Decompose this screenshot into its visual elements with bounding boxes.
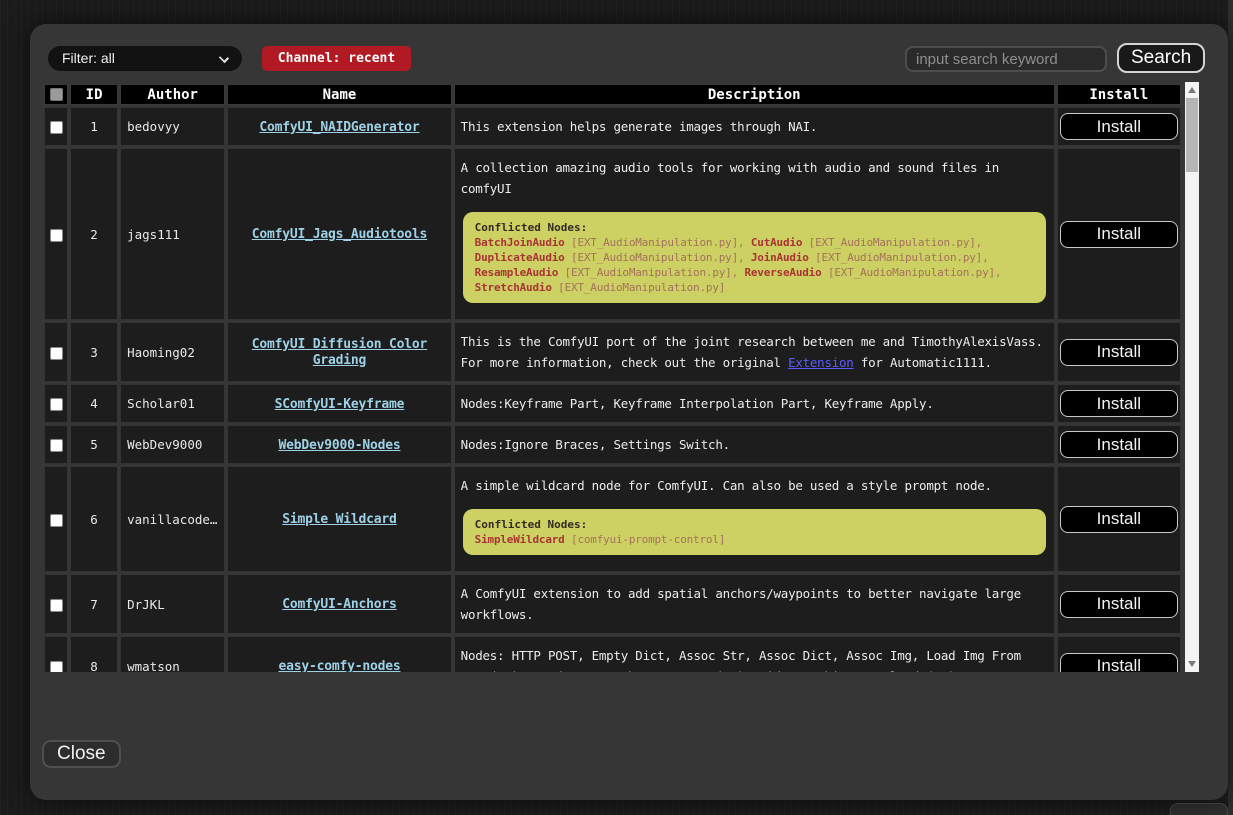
channel-button[interactable]: Channel: recent — [262, 46, 411, 71]
header-id: ID — [70, 84, 118, 105]
filter-select-label: Filter: all — [62, 50, 115, 66]
header-install: Install — [1057, 84, 1181, 105]
table-row: 5WebDev9000 WebDev9000-Nodes Nodes:Ignore … — [44, 425, 1181, 464]
row-author: Scholar01 — [120, 384, 225, 423]
row-description: This is the ComfyUI port of the joint re… — [454, 322, 1055, 382]
table-row: 8wmatson easy-comfy-nodes Nodes: HTTP POST… — [44, 636, 1181, 672]
row-author: wmatson — [120, 636, 225, 672]
row-author: WebDev9000 — [120, 425, 225, 464]
description-link[interactable]: Extension — [788, 355, 853, 370]
row-checkbox[interactable] — [50, 347, 63, 360]
row-checkbox[interactable] — [50, 514, 63, 527]
row-author: vanillacode… — [120, 466, 225, 572]
row-id: 6 — [70, 466, 118, 572]
search-input[interactable] — [905, 46, 1107, 72]
row-checkbox[interactable] — [50, 599, 63, 612]
table-row: 6vanillacode… Simple Wildcard A simple wil… — [44, 466, 1181, 572]
extension-link[interactable]: WebDev9000-Nodes — [278, 438, 400, 453]
table-row: 2jags111 ComfyUI_Jags_Audiotools A collect… — [44, 148, 1181, 320]
install-button[interactable]: Install — [1060, 653, 1178, 673]
extension-table-body: 1bedovyy ComfyUI_NAIDGenerator This extens… — [44, 107, 1181, 672]
extension-table: ID Author Name Description Install 1bedo… — [42, 82, 1185, 672]
conflicted-nodes-list: SimpleWildcard [comfyui-prompt-control] — [475, 532, 1034, 547]
row-description: A ComfyUI extension to add spatial ancho… — [454, 574, 1055, 634]
row-description: A collection amazing audio tools for wor… — [454, 148, 1055, 320]
row-id: 5 — [70, 425, 118, 464]
install-button[interactable]: Install — [1060, 506, 1178, 533]
extension-link[interactable]: SComfyUI-Keyframe — [275, 397, 405, 412]
row-id: 2 — [70, 148, 118, 320]
extension-link[interactable]: ComfyUI_NAIDGenerator — [259, 120, 419, 135]
conflicted-nodes-title: Conflicted Nodes: — [475, 220, 1034, 235]
install-button[interactable]: Install — [1060, 339, 1178, 366]
search-button[interactable]: Search — [1117, 43, 1205, 73]
extension-link[interactable]: ComfyUI Diffusion Color Grading — [252, 337, 427, 368]
table-row: 4Scholar01 SComfyUI-Keyframe Nodes:Keyfram… — [44, 384, 1181, 423]
row-author: DrJKL — [120, 574, 225, 634]
row-checkbox[interactable] — [50, 661, 63, 673]
extension-link[interactable]: Simple Wildcard — [282, 512, 396, 527]
conflicted-nodes-box: Conflicted Nodes:SimpleWildcard [comfyui… — [463, 509, 1046, 555]
row-author: Haoming02 — [120, 322, 225, 382]
row-description: A simple wildcard node for ComfyUI. Can … — [454, 466, 1055, 572]
page-background: Filter: all Channel: recent Search ID Au… — [0, 0, 1233, 815]
extension-link[interactable]: easy-comfy-nodes — [278, 659, 400, 672]
row-id: 4 — [70, 384, 118, 423]
row-description: Nodes: HTTP POST, Empty Dict, Assoc Str,… — [454, 636, 1055, 672]
row-id: 1 — [70, 107, 118, 146]
row-checkbox[interactable] — [50, 439, 63, 452]
row-description: Nodes:Ignore Braces, Settings Switch. — [454, 425, 1055, 464]
scroll-down-icon[interactable] — [1188, 661, 1196, 667]
install-button[interactable]: Install — [1060, 390, 1178, 417]
conflicted-nodes-box: Conflicted Nodes:BatchJoinAudio [EXT_Aud… — [463, 212, 1046, 303]
row-id: 7 — [70, 574, 118, 634]
install-button[interactable]: Install — [1060, 221, 1178, 248]
header-author: Author — [120, 84, 225, 105]
table-row: 7DrJKL ComfyUI-Anchors A ComfyUI extension… — [44, 574, 1181, 634]
select-all-checkbox[interactable] — [50, 88, 63, 101]
row-checkbox[interactable] — [50, 229, 63, 242]
scroll-up-icon[interactable] — [1188, 87, 1196, 93]
header-name: Name — [227, 84, 451, 105]
filter-select[interactable]: Filter: all — [48, 46, 242, 71]
table-scrollbar[interactable] — [1185, 82, 1199, 672]
extension-link[interactable]: ComfyUI_Jags_Audiotools — [252, 227, 427, 242]
scrollbar-thumb[interactable] — [1186, 98, 1198, 172]
row-description: Nodes:Keyframe Part, Keyframe Interpolat… — [454, 384, 1055, 423]
install-button[interactable]: Install — [1060, 591, 1178, 618]
row-author: bedovyy — [120, 107, 225, 146]
table-header-row: ID Author Name Description Install — [44, 84, 1181, 105]
row-checkbox[interactable] — [50, 121, 63, 134]
install-button[interactable]: Install — [1060, 113, 1178, 140]
chevron-down-icon — [219, 53, 229, 63]
background-corner-panel — [1170, 803, 1228, 815]
table-row: 1bedovyy ComfyUI_NAIDGenerator This extens… — [44, 107, 1181, 146]
row-description: This extension helps generate images thr… — [454, 107, 1055, 146]
row-checkbox[interactable] — [50, 398, 63, 411]
extension-link[interactable]: ComfyUI-Anchors — [282, 597, 396, 612]
row-id: 8 — [70, 636, 118, 672]
header-description: Description — [454, 84, 1055, 105]
install-button[interactable]: Install — [1060, 431, 1178, 458]
row-author: jags111 — [120, 148, 225, 320]
conflicted-nodes-title: Conflicted Nodes: — [475, 517, 1034, 532]
background-edge-strip — [1228, 0, 1233, 815]
row-id: 3 — [70, 322, 118, 382]
table-row: 3Haoming02 ComfyUI Diffusion Color Gradin… — [44, 322, 1181, 382]
custom-nodes-dialog: Filter: all Channel: recent Search ID Au… — [30, 24, 1228, 800]
close-button[interactable]: Close — [42, 740, 121, 768]
conflicted-nodes-list: BatchJoinAudio [EXT_AudioManipulation.py… — [475, 235, 1034, 295]
